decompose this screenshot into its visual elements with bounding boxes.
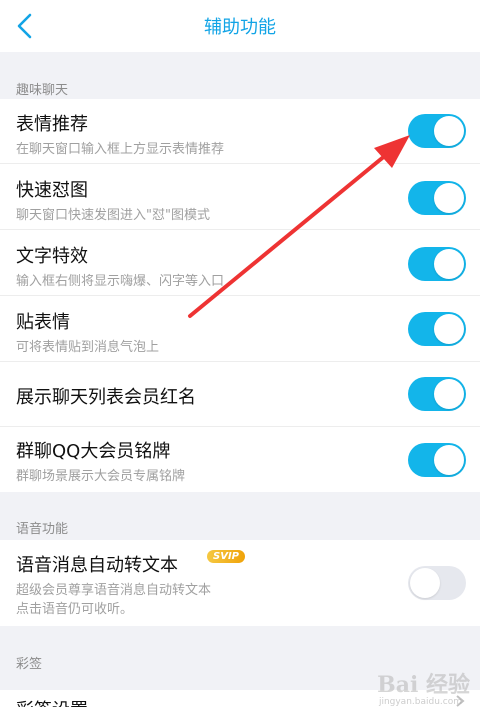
toggle-vip-red-name[interactable] xyxy=(408,377,466,411)
toggle-knob xyxy=(434,116,464,146)
setting-label: 快速怼图 xyxy=(16,180,88,201)
setting-row-emoji-recommend: 表情推荐 在聊天窗口输入框上方显示表情推荐 xyxy=(0,99,480,164)
toggle-voice-to-text[interactable] xyxy=(408,566,466,600)
toggle-knob xyxy=(434,314,464,344)
toggle-text-effects[interactable] xyxy=(408,247,466,281)
setting-label: 群聊QQ大会员铭牌 xyxy=(16,441,171,462)
toggle-emoji-recommend[interactable] xyxy=(408,114,466,148)
setting-description: 在聊天窗口输入框上方显示表情推荐 xyxy=(16,142,225,157)
toggle-knob xyxy=(410,568,440,598)
back-arrow-icon[interactable] xyxy=(14,12,36,40)
section-label-signature: 彩签 xyxy=(16,657,43,672)
setting-description: 群聊场景展示大会员专属铭牌 xyxy=(16,469,186,484)
watermark-logo: Bai 经验 xyxy=(377,672,470,698)
section-label-fun-chat: 趣味聊天 xyxy=(16,83,69,98)
setting-row-vip-nameplate: 群聊QQ大会员铭牌 群聊场景展示大会员专属铭牌 xyxy=(0,427,480,492)
toggle-knob xyxy=(434,183,464,213)
setting-label: 文字特效 xyxy=(16,246,88,267)
setting-label: 彩签设置 xyxy=(16,696,88,707)
setting-label: 贴表情 xyxy=(16,312,70,333)
setting-label: 展示聊天列表会员红名 xyxy=(16,387,196,408)
page-title: 辅助功能 xyxy=(204,17,276,38)
toggle-knob xyxy=(434,249,464,279)
setting-description: 聊天窗口快速发图进入"怼"图模式 xyxy=(16,208,210,223)
section-label-voice: 语音功能 xyxy=(16,522,69,537)
setting-description: 输入框右侧将显示嗨爆、闪字等入口 xyxy=(16,274,225,289)
setting-row-text-effects: 文字特效 输入框右侧将显示嗨爆、闪字等入口 xyxy=(0,230,480,296)
toggle-quick-image[interactable] xyxy=(408,181,466,215)
setting-row-quick-image: 快速怼图 聊天窗口快速发图进入"怼"图模式 xyxy=(0,164,480,230)
toggle-sticker[interactable] xyxy=(408,312,466,346)
setting-label: 表情推荐 xyxy=(16,114,88,135)
header-bar: 辅助功能 xyxy=(0,0,480,52)
toggle-knob xyxy=(434,379,464,409)
watermark-url: jingyan.baidu.com xyxy=(378,697,462,707)
toggle-knob xyxy=(434,445,464,475)
setting-description-line2: 点击语音仍可收听。 xyxy=(16,602,134,617)
setting-label: 语音消息自动转文本 xyxy=(16,555,178,576)
toggle-vip-nameplate[interactable] xyxy=(408,443,466,477)
setting-row-sticker: 贴表情 可将表情贴到消息气泡上 xyxy=(0,296,480,362)
setting-row-voice-to-text: 语音消息自动转文本 SVIP 超级会员尊享语音消息自动转文本 点击语音仍可收听。 xyxy=(0,540,480,626)
setting-description-line1: 超级会员尊享语音消息自动转文本 xyxy=(16,583,212,598)
setting-description: 可将表情贴到消息气泡上 xyxy=(16,340,160,355)
setting-row-vip-red-name: 展示聊天列表会员红名 xyxy=(0,362,480,427)
svip-badge: SVIP xyxy=(207,550,245,563)
